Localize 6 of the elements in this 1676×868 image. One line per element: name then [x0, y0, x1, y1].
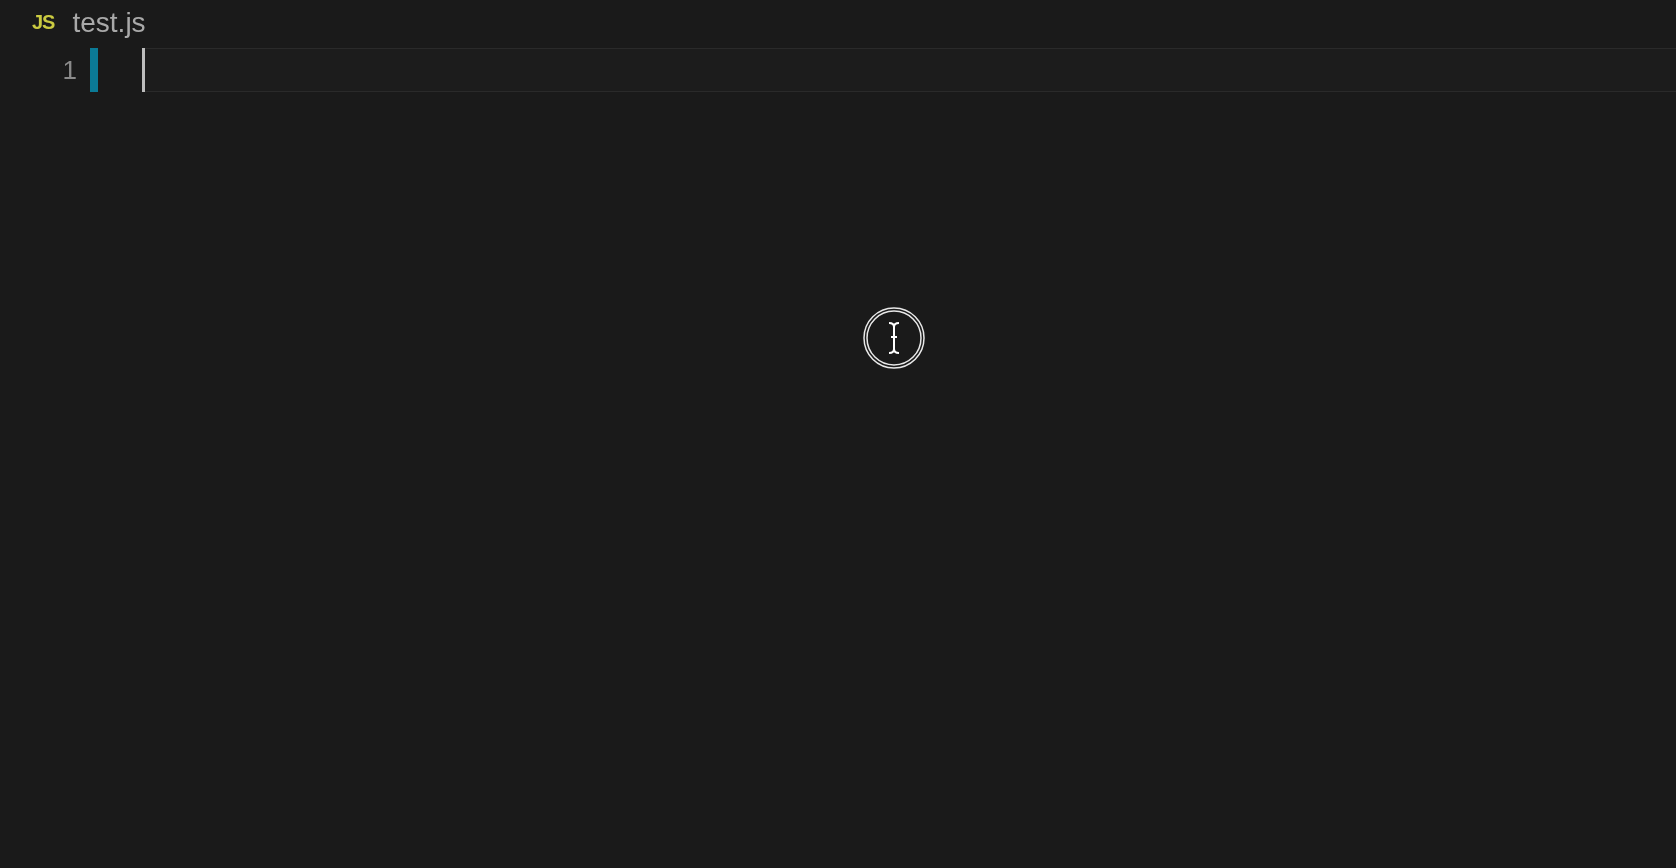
file-name: test.js — [72, 6, 146, 40]
i-beam-pointer-icon — [863, 307, 925, 369]
editor-line-field[interactable] — [142, 48, 1676, 92]
text-caret — [142, 48, 145, 92]
line-number: 1 — [62, 54, 77, 87]
file-type-label: JS — [32, 10, 55, 34]
